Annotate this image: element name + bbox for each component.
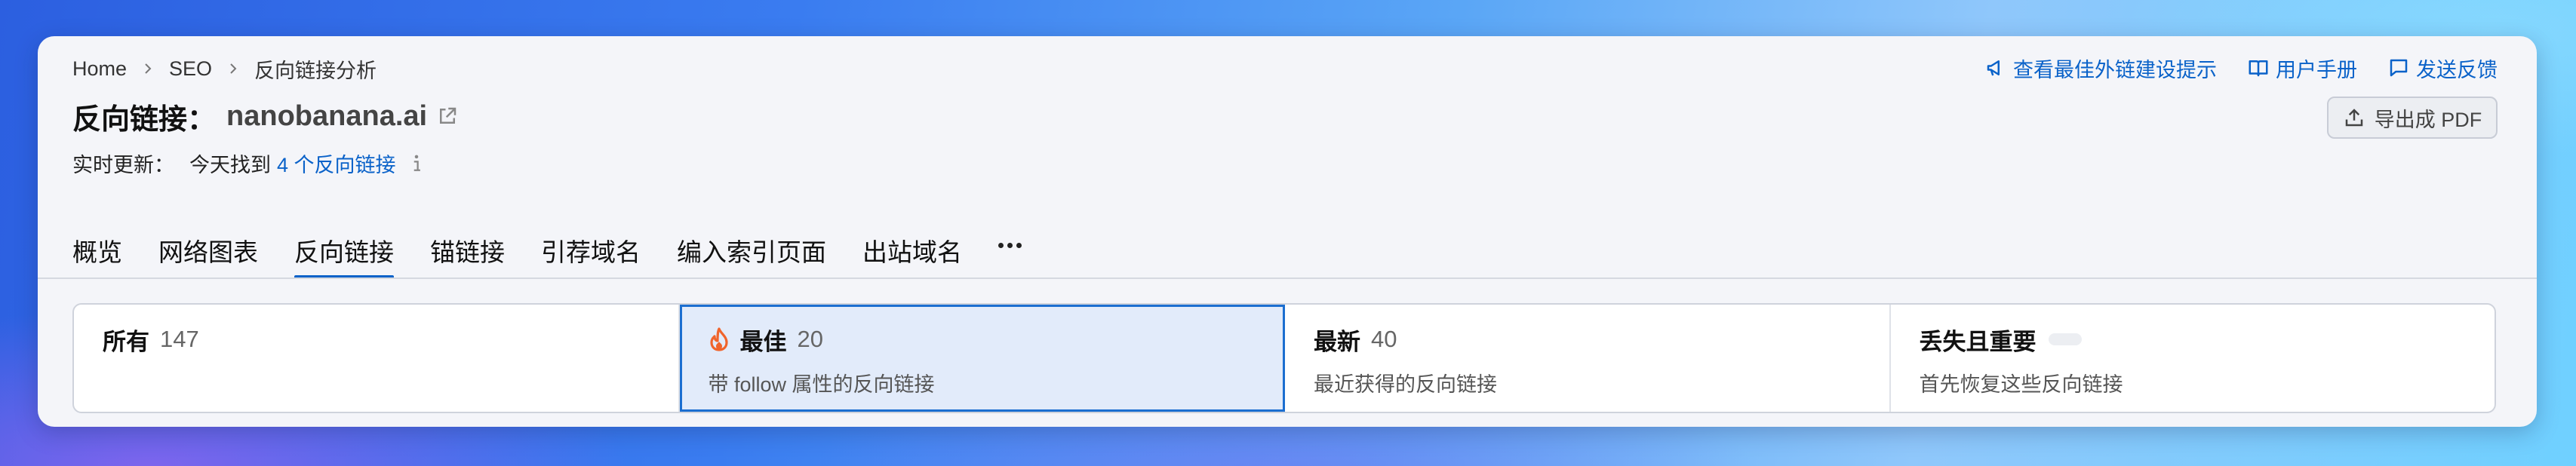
page-title-prefix: 反向链接：	[72, 103, 217, 136]
backlink-filters: 所有 147 最佳 20 带 follow 属性的反向链接 最新 40 最近获得…	[72, 303, 2496, 413]
page-title: 反向链接： nanobanana.ai	[72, 97, 459, 136]
tab-referring-domains[interactable]: 引荐域名	[541, 226, 641, 279]
tab-indexed-pages[interactable]: 编入索引页面	[677, 226, 826, 279]
tab-bar: 概览 网络图表 反向链接 锚链接 引荐域名 编入索引页面 出站域名	[72, 226, 1022, 279]
filter-lost-important[interactable]: 丢失且重要 首先恢复这些反向链接	[1891, 305, 2495, 412]
manual-label: 用户手册	[2276, 58, 2357, 81]
tips-link[interactable]: 查看最佳外链建设提示	[1984, 54, 2217, 83]
more-tabs-icon[interactable]	[998, 226, 1022, 256]
filter-best-name: 最佳	[739, 328, 787, 355]
breadcrumb-seo[interactable]: SEO	[169, 57, 212, 81]
feedback-link[interactable]: 发送反馈	[2387, 54, 2498, 83]
live-update-found: 今天找到	[189, 153, 271, 176]
filter-best-description: 带 follow 属性的反向链接	[708, 373, 935, 396]
filter-new[interactable]: 最新 40 最近获得的反向链接	[1285, 305, 1891, 412]
loading-placeholder	[2048, 333, 2082, 345]
fire-icon	[709, 327, 730, 351]
export-pdf-button[interactable]: 导出成 PDF	[2327, 97, 2498, 139]
chevron-right-icon	[227, 63, 239, 75]
feedback-label: 发送反馈	[2416, 58, 2498, 81]
tab-network-graph[interactable]: 网络图表	[158, 226, 258, 279]
live-update: 实时更新： 今天找到 4 个反向链接	[72, 148, 425, 178]
filter-lost-description: 首先恢复这些反向链接	[1919, 373, 2123, 396]
top-actions: 查看最佳外链建设提示 用户手册 发送反馈	[1954, 53, 2498, 83]
filter-best-count: 20	[797, 326, 823, 352]
chevron-right-icon	[142, 63, 154, 75]
export-pdf-label: 导出成 PDF	[2374, 108, 2482, 131]
live-update-label: 实时更新：	[72, 153, 174, 176]
tab-overview[interactable]: 概览	[72, 226, 122, 279]
filter-all-count: 147	[160, 326, 199, 352]
tips-label: 查看最佳外链建设提示	[2013, 58, 2217, 81]
breadcrumb: Home SEO 反向链接分析	[72, 56, 377, 82]
external-link-icon[interactable]	[436, 105, 459, 127]
manual-link[interactable]: 用户手册	[2247, 54, 2357, 83]
chat-icon	[2390, 59, 2408, 77]
backlinks-panel: Home SEO 反向链接分析 反向链接： nanobanana.ai 实时更新…	[38, 36, 2537, 427]
book-icon	[2249, 60, 2268, 77]
filter-new-count: 40	[1371, 326, 1397, 352]
upload-icon	[2345, 109, 2362, 127]
filter-all-name: 所有	[103, 328, 149, 355]
tabs-divider	[38, 277, 2537, 279]
tab-backlinks[interactable]: 反向链接	[294, 226, 394, 279]
tab-anchors[interactable]: 锚链接	[430, 226, 505, 279]
breadcrumb-home[interactable]: Home	[72, 57, 127, 81]
new-backlinks-link[interactable]: 4 个反向链接	[277, 149, 396, 178]
filter-lost-name: 丢失且重要	[1919, 328, 2037, 355]
filter-new-description: 最近获得的反向链接	[1314, 373, 1497, 396]
breadcrumb-current: 反向链接分析	[254, 59, 377, 82]
page-title-domain: nanobanana.ai	[226, 100, 428, 132]
tab-outbound-domains[interactable]: 出站域名	[862, 226, 962, 279]
info-icon[interactable]	[408, 153, 425, 173]
megaphone-icon	[1987, 60, 2000, 76]
filter-best[interactable]: 最佳 20 带 follow 属性的反向链接	[679, 305, 1285, 412]
filter-all[interactable]: 所有 147	[74, 305, 680, 412]
filter-new-name: 最新	[1314, 328, 1360, 355]
